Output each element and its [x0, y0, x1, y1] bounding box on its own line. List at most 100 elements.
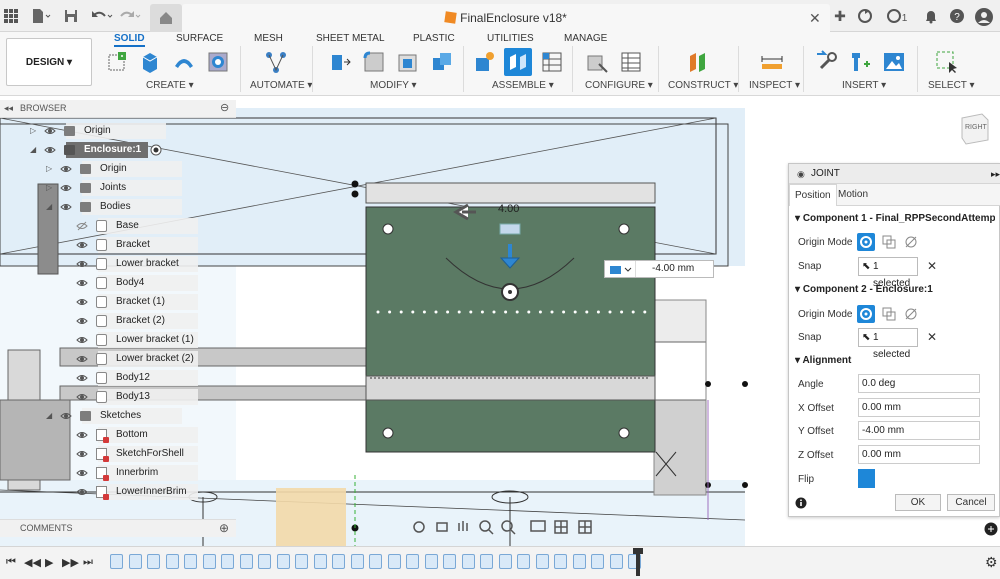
eye-icon[interactable]: [76, 239, 88, 251]
cancel-button[interactable]: Cancel: [947, 494, 995, 511]
timeline-feature-icon[interactable]: [128, 554, 142, 569]
clear-selection-icon[interactable]: ✕: [927, 330, 937, 344]
step-forward-icon[interactable]: ▶▶: [62, 556, 79, 569]
assemble-menu[interactable]: ASSEMBLE ▾: [492, 80, 554, 91]
as-built-joint-icon[interactable]: [540, 50, 564, 74]
close-icon[interactable]: ✕: [809, 10, 821, 27]
browser-row-body[interactable]: Lower bracket (2): [0, 350, 236, 368]
timeline-feature-icon[interactable]: [239, 554, 253, 569]
browser-row-folder[interactable]: ◢ Bodies: [0, 198, 236, 216]
revolve-icon[interactable]: [172, 50, 196, 74]
expand-arrow-icon[interactable]: ◢: [46, 198, 56, 216]
step-back-icon[interactable]: ◀◀: [24, 556, 41, 569]
component1-snap-select[interactable]: ⬉ 1 selected: [858, 257, 918, 289]
timeline-feature-icon[interactable]: [313, 554, 327, 569]
help-icon[interactable]: ?: [948, 7, 966, 25]
origin-mode-simple-icon[interactable]: [857, 233, 875, 251]
tab-manage[interactable]: MANAGE: [564, 33, 607, 44]
play-icon[interactable]: ▶: [45, 556, 53, 569]
redo-icon[interactable]: [118, 7, 142, 25]
eye-icon[interactable]: [60, 182, 72, 194]
shell-icon[interactable]: [396, 50, 420, 74]
collapse-icon[interactable]: ◂◂: [4, 103, 13, 114]
document-tab[interactable]: FinalEnclosure v18* ✕: [182, 4, 830, 32]
tab-utilities[interactable]: UTILITIES: [487, 33, 534, 44]
eye-hidden-icon[interactable]: [76, 220, 88, 232]
feedback-icon[interactable]: [984, 522, 998, 536]
origin-mode-between-icon[interactable]: [880, 305, 898, 323]
browser-row-body[interactable]: Lower bracket: [0, 255, 236, 273]
browser-row-body[interactable]: Bracket (2): [0, 312, 236, 330]
angle-input[interactable]: 0.0 deg: [858, 374, 980, 393]
eye-icon[interactable]: [76, 277, 88, 289]
timeline-feature-icon[interactable]: [276, 554, 290, 569]
timeline-feature-icon[interactable]: [572, 554, 586, 569]
timeline-feature-icon[interactable]: [332, 554, 345, 569]
timeline-feature-icon[interactable]: [110, 554, 123, 569]
workspace-switcher[interactable]: DESIGN ▾: [6, 38, 92, 86]
browser-row-component[interactable]: ◢ Enclosure:1: [0, 141, 236, 159]
joint-dialog-header[interactable]: ◉ JOINT ▸▸: [789, 164, 1000, 184]
expand-arrow-icon[interactable]: ◢: [30, 141, 40, 159]
timeline-feature-icon[interactable]: [202, 554, 216, 569]
browser-row-body[interactable]: Base: [0, 217, 236, 235]
expand-arrow-icon[interactable]: ▷: [46, 179, 56, 197]
browser-row-sketch[interactable]: SketchForShell: [0, 445, 236, 463]
component2-section[interactable]: ▾ Component 2 - Enclosure:1: [795, 284, 995, 295]
eye-icon[interactable]: [76, 353, 88, 365]
browser-row-body[interactable]: Body4: [0, 274, 236, 292]
press-pull-icon[interactable]: [328, 50, 352, 74]
timeline-feature-icon[interactable]: [387, 554, 401, 569]
y-offset-input[interactable]: -4.00 mm: [858, 421, 980, 440]
eye-icon[interactable]: [76, 372, 88, 384]
eye-icon[interactable]: [76, 296, 88, 308]
eye-icon[interactable]: [76, 467, 88, 479]
configure-menu[interactable]: CONFIGURE ▾: [585, 80, 653, 91]
tab-plastic[interactable]: PLASTIC: [413, 33, 455, 44]
browser-row-sketch[interactable]: Innerbrim: [0, 464, 236, 482]
browser-row-folder[interactable]: ▷ Origin: [0, 122, 236, 140]
offset-input-popup[interactable]: -4.00 mm: [604, 260, 714, 278]
expand-arrow-icon[interactable]: ▷: [30, 122, 40, 140]
automate-icon[interactable]: [264, 50, 288, 74]
browser-minimize-icon[interactable]: ⊖: [220, 101, 229, 114]
origin-mode-simple-icon[interactable]: [857, 305, 875, 323]
eye-icon[interactable]: [76, 258, 88, 270]
insert-mcmaster-icon[interactable]: [848, 50, 872, 74]
account-icon[interactable]: [974, 7, 993, 26]
eye-icon[interactable]: [76, 315, 88, 327]
timeline-feature-icon[interactable]: [369, 554, 382, 569]
job-status-icon[interactable]: 1: [882, 7, 912, 25]
tab-mesh[interactable]: MESH: [254, 33, 283, 44]
timeline-feature-icon[interactable]: [461, 554, 475, 569]
insert-menu[interactable]: INSERT ▾: [842, 80, 886, 91]
sync-icon[interactable]: [856, 7, 874, 25]
view-cube[interactable]: RIGHT: [954, 110, 994, 150]
undo-icon[interactable]: [90, 7, 114, 25]
offset-type-dropdown[interactable]: [609, 263, 632, 275]
timeline-feature-icon[interactable]: [591, 554, 604, 569]
timeline-feature-icon[interactable]: [165, 554, 179, 569]
browser-row-folder[interactable]: ▷ Origin: [0, 160, 236, 178]
select-icon[interactable]: [935, 50, 959, 74]
timeline-feature-icon[interactable]: [424, 554, 438, 569]
configure-icon[interactable]: [585, 50, 609, 74]
eye-icon[interactable]: [60, 163, 72, 175]
browser-row-sketch[interactable]: Bottom: [0, 426, 236, 444]
browser-row-folder[interactable]: ◢ Sketches: [0, 407, 236, 425]
timeline-marker[interactable]: [633, 548, 643, 576]
home-icon[interactable]: [150, 4, 182, 32]
modify-menu[interactable]: MODIFY ▾: [370, 80, 417, 91]
expand-arrow-icon[interactable]: ▷: [46, 160, 56, 178]
timeline-feature-icon[interactable]: [147, 554, 160, 569]
collapse-dialog-icon[interactable]: ◉: [797, 164, 805, 184]
eye-icon[interactable]: [60, 201, 72, 213]
browser-row-sketch[interactable]: LowerInnerBrim: [0, 483, 236, 501]
browser-row-body[interactable]: Body13: [0, 388, 236, 406]
eye-icon[interactable]: [76, 429, 88, 441]
origin-mode-two-faces-icon[interactable]: [902, 305, 920, 323]
gear-icon[interactable]: ⚙: [985, 554, 998, 571]
z-offset-input[interactable]: 0.00 mm: [858, 445, 980, 464]
info-icon[interactable]: [795, 497, 807, 512]
eye-icon[interactable]: [76, 391, 88, 403]
